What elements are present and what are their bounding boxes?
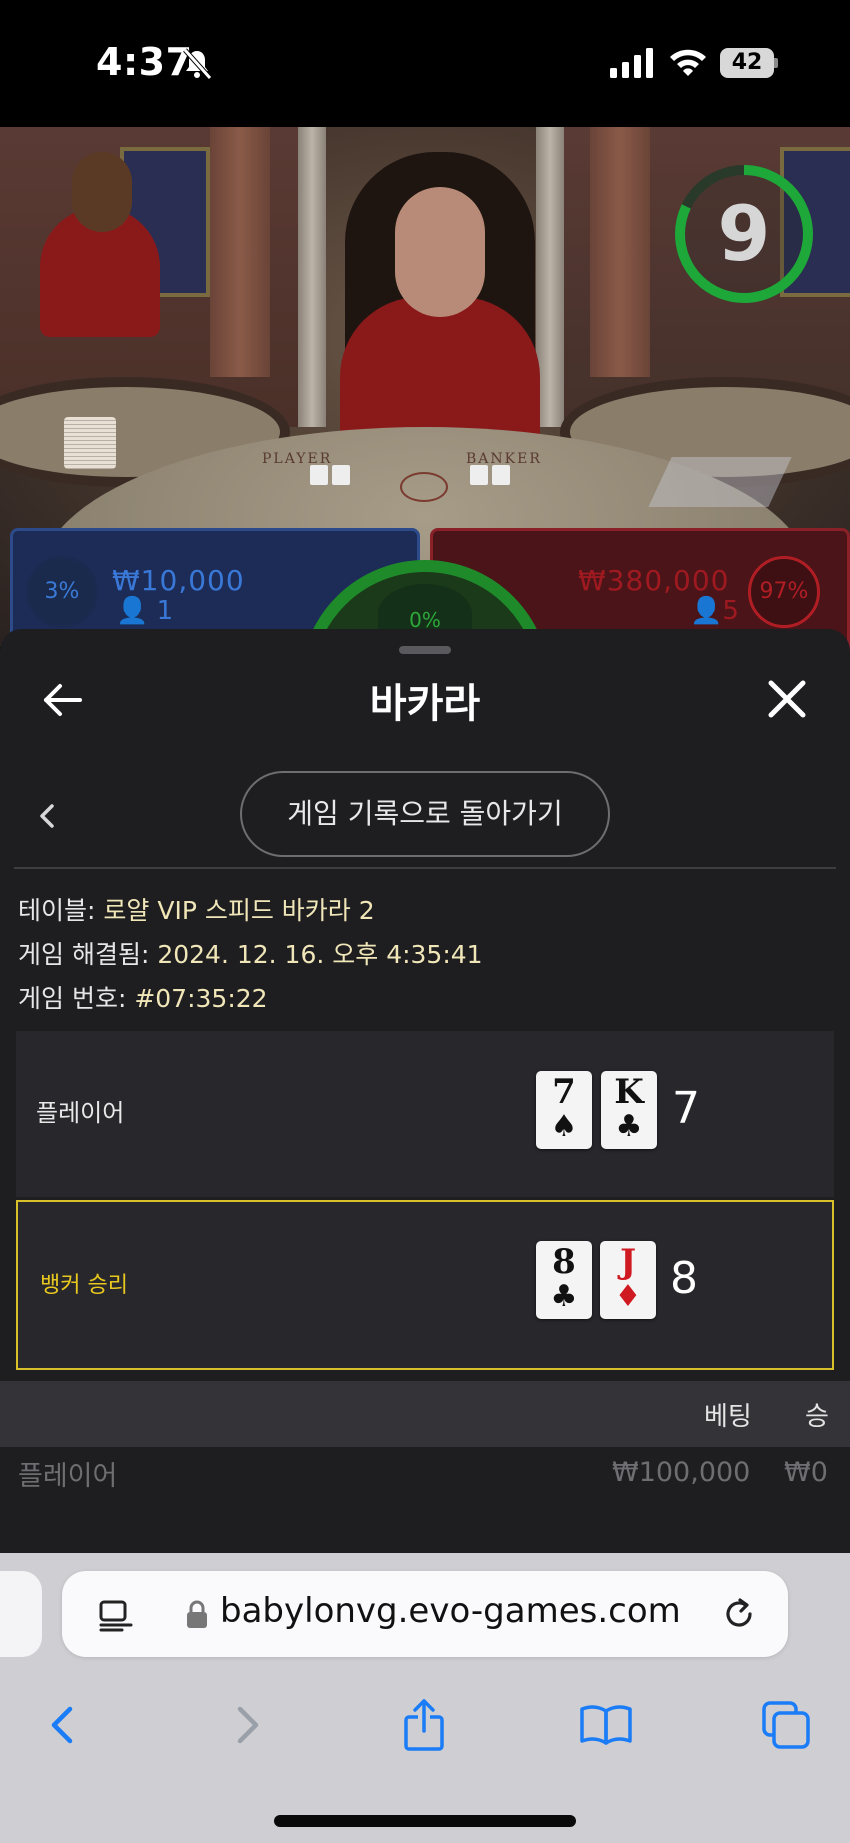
banker-bet-amount: ₩380,000: [578, 564, 730, 597]
player-bet-amount: ₩10,000: [112, 564, 245, 597]
card-rank: 8: [552, 1242, 576, 1282]
playing-card: 8 ♣: [536, 1241, 592, 1319]
dealer-face: [395, 187, 485, 317]
player-bettor-count: 👤 1: [116, 596, 173, 626]
bet-row-win: ₩0: [784, 1457, 828, 1488]
spade-icon: ♠: [550, 1109, 578, 1144]
column-header-betting: 베팅: [704, 1402, 752, 1432]
card-rank: 7: [552, 1072, 576, 1112]
tabs-icon[interactable]: [758, 1697, 814, 1753]
resolved-info-value: 2024. 12. 16. 오후 4:35:41: [157, 940, 483, 969]
game-number-value: #07:35:22: [134, 984, 268, 1013]
history-detail-sheet: 바카라 게임 기록으로 돌아가기 테이블: 로얄 VIP 스피드 바카라 2 게…: [0, 629, 850, 1553]
table-card: [332, 465, 350, 485]
address-bar[interactable]: babylonvg.evo-games.com: [62, 1571, 788, 1657]
previous-tab-peek[interactable]: [0, 1571, 42, 1657]
card-shoe: [648, 457, 792, 507]
divider: [14, 867, 836, 869]
pillar: [298, 127, 326, 427]
resolved-info-label: 게임 해결됨:: [18, 940, 150, 969]
status-bar: 4:37 42: [0, 0, 850, 127]
game-number-info: 게임 번호: #07:35:22: [18, 979, 268, 1015]
playing-card: J ♦: [600, 1241, 656, 1319]
table-info-value: 로얄 VIP 스피드 바카라 2: [103, 896, 375, 925]
chevron-left-icon[interactable]: [34, 796, 60, 836]
share-icon[interactable]: [396, 1697, 452, 1753]
table-info-label: 테이블:: [18, 896, 96, 925]
reload-icon[interactable]: [720, 1595, 758, 1633]
lock-icon: [187, 1600, 207, 1628]
royal-logo: [400, 472, 448, 502]
cellular-signal-icon: [610, 48, 653, 78]
battery-level: 42: [720, 48, 774, 78]
close-icon[interactable]: [765, 677, 809, 721]
player-score: 7: [672, 1083, 700, 1134]
game-number-label: 게임 번호:: [18, 984, 127, 1013]
curtain: [590, 127, 650, 377]
table-card: [310, 465, 328, 485]
browser-chrome: babylonvg.evo-games.com: [0, 1553, 850, 1843]
back-to-history-button[interactable]: 게임 기록으로 돌아가기: [240, 771, 610, 857]
card-rank: K: [614, 1072, 644, 1112]
club-icon: ♣: [615, 1109, 643, 1144]
club-icon: ♣: [550, 1279, 578, 1314]
forward-icon[interactable]: [218, 1697, 274, 1753]
bet-table-header: 베팅 승: [0, 1381, 850, 1447]
player-hand-row: 플레이어 7 ♠ K ♣ 7: [16, 1031, 834, 1197]
player-hand-label: 플레이어: [36, 1099, 125, 1127]
table-card: [492, 465, 510, 485]
person-icon: 👤: [116, 596, 149, 626]
card-rank: J: [619, 1242, 637, 1282]
home-indicator[interactable]: [274, 1815, 576, 1827]
column-header-win: 승: [805, 1402, 829, 1432]
banker-count-value: 5: [722, 596, 739, 626]
banker-win-label: 뱅커 승리: [40, 1273, 128, 1298]
side-dealer-head: [72, 152, 132, 232]
table-info: 테이블: 로얄 VIP 스피드 바카라 2: [18, 891, 375, 927]
pillar: [536, 127, 564, 427]
banker-bet-percent: 97%: [748, 556, 820, 628]
banker-score: 8: [670, 1253, 698, 1304]
person-icon: 👤: [690, 596, 723, 626]
playing-card: K ♣: [601, 1071, 657, 1149]
banker-bettor-count: 👤5: [690, 596, 739, 626]
page-menu-icon[interactable]: [98, 1597, 134, 1633]
resolved-info: 게임 해결됨: 2024. 12. 16. 오후 4:35:41: [18, 935, 483, 971]
battery-indicator: 42: [720, 48, 778, 78]
card-stack: [64, 417, 116, 469]
url-text[interactable]: babylonvg.evo-games.com: [220, 1591, 681, 1631]
sheet-grabber[interactable]: [399, 646, 451, 654]
player-bet-percent: 3%: [26, 556, 98, 628]
status-time: 4:37: [96, 40, 193, 84]
battery-tip: [774, 58, 778, 68]
bookmarks-icon[interactable]: [578, 1697, 634, 1753]
countdown-timer: 9: [717, 189, 771, 278]
back-icon[interactable]: [36, 1697, 92, 1753]
player-count-value: 1: [156, 596, 174, 626]
bet-row-label: 플레이어: [18, 1461, 118, 1492]
banker-hand-row: 뱅커 승리 8 ♣ J ♦ 8: [16, 1200, 834, 1370]
bet-row-amount: ₩100,000: [612, 1457, 751, 1488]
sheet-title: 바카라: [369, 681, 481, 727]
wifi-icon: [670, 49, 706, 76]
diamond-icon: ♦: [614, 1279, 642, 1314]
table-card: [470, 465, 488, 485]
curtain: [210, 127, 270, 377]
playing-card: 7 ♠: [536, 1071, 592, 1149]
bell-muted-icon: [183, 48, 212, 80]
